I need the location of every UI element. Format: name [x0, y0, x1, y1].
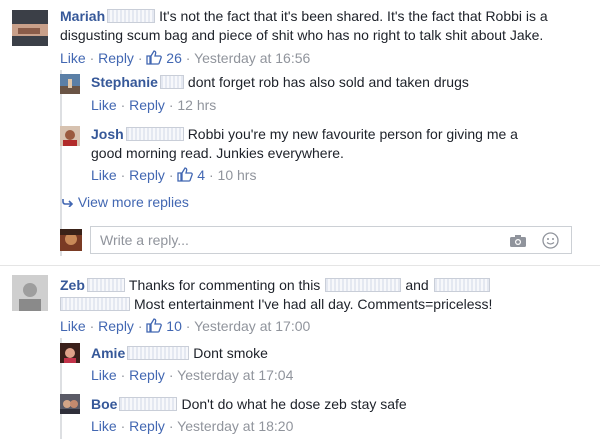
- comment-body: Mariah It's not the fact that it's been s…: [60, 7, 548, 25]
- like-link[interactable]: Like: [60, 318, 86, 334]
- redacted-surname: [159, 75, 184, 89]
- timestamp[interactable]: Yesterday at 16:56: [194, 50, 310, 66]
- thumbs-up-icon: [146, 318, 163, 333]
- avatar[interactable]: [60, 74, 80, 94]
- reply-actions: Like · Reply · 12 hrs: [91, 97, 217, 113]
- avatar[interactable]: [12, 275, 48, 311]
- reply-body: Stephanie dont forget rob has also sold a…: [91, 73, 469, 91]
- reply-link[interactable]: Reply: [98, 50, 134, 66]
- reply-body: Josh Robbi you're my new favourite person…: [91, 125, 518, 143]
- reply-text: Dont smoke: [193, 345, 268, 361]
- avatar[interactable]: [60, 126, 80, 146]
- comment-author[interactable]: Zeb: [60, 277, 85, 293]
- avatar[interactable]: [60, 394, 80, 414]
- comment-line: Most entertainment I've had all day. Com…: [60, 295, 492, 313]
- avatar: [60, 229, 82, 251]
- camera-icon[interactable]: [509, 234, 527, 248]
- smiley-icon[interactable]: [542, 232, 559, 249]
- timestamp[interactable]: Yesterday at 18:20: [177, 418, 293, 434]
- redacted-tag: [60, 297, 130, 311]
- reply-actions: Like · Reply · Yesterday at 17:04: [91, 367, 294, 383]
- redacted-surname: [107, 9, 156, 23]
- redacted-surname: [86, 278, 125, 292]
- timestamp[interactable]: 10 hrs: [218, 167, 257, 183]
- reply-text: good morning read. Junkies everywhere.: [91, 145, 344, 161]
- reply-arrow-icon: [62, 199, 74, 208]
- likes-count[interactable]: 4: [177, 167, 205, 183]
- reply-placeholder: Write a reply...: [100, 232, 189, 248]
- thumbs-up-icon: [146, 50, 163, 65]
- likes-count[interactable]: 26: [146, 50, 182, 66]
- likes-count[interactable]: 10: [146, 318, 182, 334]
- timestamp[interactable]: 12 hrs: [177, 97, 216, 113]
- reply-link[interactable]: Reply: [129, 167, 165, 183]
- reply-link[interactable]: Reply: [129, 418, 165, 434]
- redacted-surname: [119, 397, 178, 411]
- like-link[interactable]: Like: [91, 367, 117, 383]
- reply-input[interactable]: Write a reply...: [90, 226, 572, 254]
- like-link[interactable]: Like: [91, 97, 117, 113]
- reply-author[interactable]: Amie: [91, 345, 125, 361]
- timestamp[interactable]: Yesterday at 17:00: [194, 318, 310, 334]
- view-more-replies-link[interactable]: View more replies: [62, 193, 189, 211]
- comment-text: It's not the fact that it's been shared.…: [159, 8, 548, 24]
- comment-text: and: [405, 277, 429, 293]
- reply-author[interactable]: Stephanie: [91, 74, 158, 90]
- redacted-surname: [125, 127, 184, 141]
- reply-link[interactable]: Reply: [129, 367, 165, 383]
- redacted-tag: [433, 278, 490, 292]
- comment-text: Most entertainment I've had all day. Com…: [134, 296, 493, 312]
- avatar[interactable]: [12, 10, 48, 46]
- reply-text: dont forget rob has also sold and taken …: [187, 74, 469, 90]
- thumbs-up-icon: [177, 167, 194, 182]
- comment-actions: Like · Reply · 10 · Yesterday at 17:00: [60, 318, 311, 334]
- like-link[interactable]: Like: [91, 167, 117, 183]
- timestamp[interactable]: Yesterday at 17:04: [177, 367, 293, 383]
- reply-text: Don't do what he dose zeb stay safe: [181, 396, 407, 412]
- reply-text: Robbi you're my new favourite person for…: [187, 126, 518, 142]
- reply-actions: Like · Reply · 4 · 10 hrs: [91, 167, 257, 183]
- reply-author[interactable]: Boe: [91, 396, 117, 412]
- comment-divider: [0, 265, 600, 266]
- comment-actions: Like · Reply · 26 · Yesterday at 16:56: [60, 50, 311, 66]
- comment-author[interactable]: Mariah: [60, 8, 105, 24]
- reply-link[interactable]: Reply: [129, 97, 165, 113]
- redacted-tag: [325, 278, 402, 292]
- reply-actions: Like · Reply · Yesterday at 18:20: [91, 418, 294, 434]
- avatar[interactable]: [60, 343, 80, 363]
- like-link[interactable]: Like: [91, 418, 117, 434]
- reply-body: Amie Dont smoke: [91, 344, 268, 362]
- reply-body: Boe Don't do what he dose zeb stay safe: [91, 395, 407, 413]
- like-link[interactable]: Like: [60, 50, 86, 66]
- reply-author[interactable]: Josh: [91, 126, 124, 142]
- comment-body: Zeb Thanks for commenting on this and: [60, 276, 494, 294]
- reply-link[interactable]: Reply: [98, 318, 134, 334]
- comment-text: disgusting scum bag and piece of shit wh…: [60, 27, 544, 43]
- redacted-surname: [127, 346, 190, 360]
- comment-text: Thanks for commenting on this: [128, 277, 321, 293]
